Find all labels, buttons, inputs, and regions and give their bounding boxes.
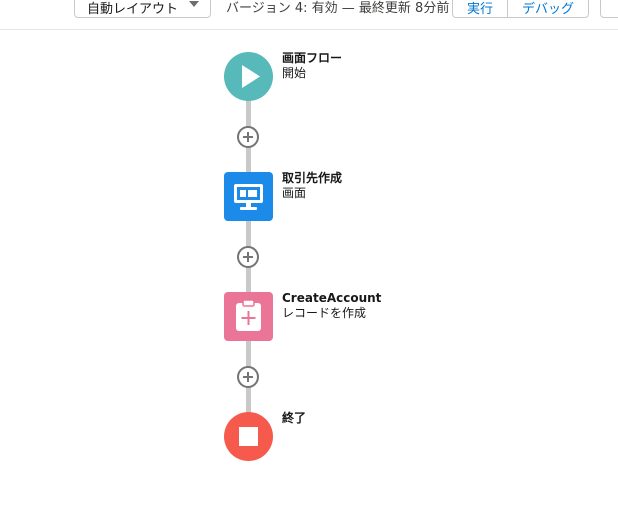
toolbar-button-group: 実行 デバッグ	[452, 0, 590, 18]
run-button[interactable]: 実行	[453, 0, 507, 17]
end-node-label: 終了	[282, 411, 306, 426]
record-create-icon	[236, 299, 261, 331]
more-actions-button[interactable]	[600, 0, 618, 18]
node-subtitle: 画面	[282, 186, 307, 200]
node-subtitle: 開始	[282, 66, 307, 80]
node-title: 画面フロー	[282, 51, 343, 65]
debug-button[interactable]: デバッグ	[507, 0, 588, 17]
play-icon	[242, 65, 260, 88]
screen-icon	[234, 184, 263, 210]
start-node-label: 画面フロー 開始	[282, 51, 342, 81]
chevron-down-icon	[189, 1, 199, 7]
screen-node-label: 取引先作成 画面	[282, 171, 342, 201]
layout-select-value: 自動レイアウト	[87, 2, 179, 17]
layout-select[interactable]: 自動レイアウト	[74, 0, 211, 18]
node-title: 取引先作成	[282, 171, 343, 185]
flow-builder-toolbar: 自動レイアウト バージョン 4: 有効 — 最終更新 8分前 実行 デバッグ	[0, 0, 618, 30]
create-record-node-label: CreateAccount レコードを作成	[282, 291, 381, 321]
node-subtitle: レコードを作成	[282, 306, 367, 320]
node-title: CreateAccount	[282, 291, 382, 305]
add-element-button[interactable]	[237, 246, 259, 268]
end-node[interactable]	[224, 412, 273, 461]
version-status: バージョン 4: 有効 — 最終更新 8分前	[226, 1, 450, 16]
stop-icon	[239, 427, 258, 446]
screen-node[interactable]	[224, 172, 273, 221]
add-element-button[interactable]	[237, 126, 259, 148]
node-title: 終了	[282, 411, 307, 425]
create-record-node[interactable]	[224, 292, 273, 341]
start-node[interactable]	[224, 52, 273, 101]
add-element-button[interactable]	[237, 366, 259, 388]
